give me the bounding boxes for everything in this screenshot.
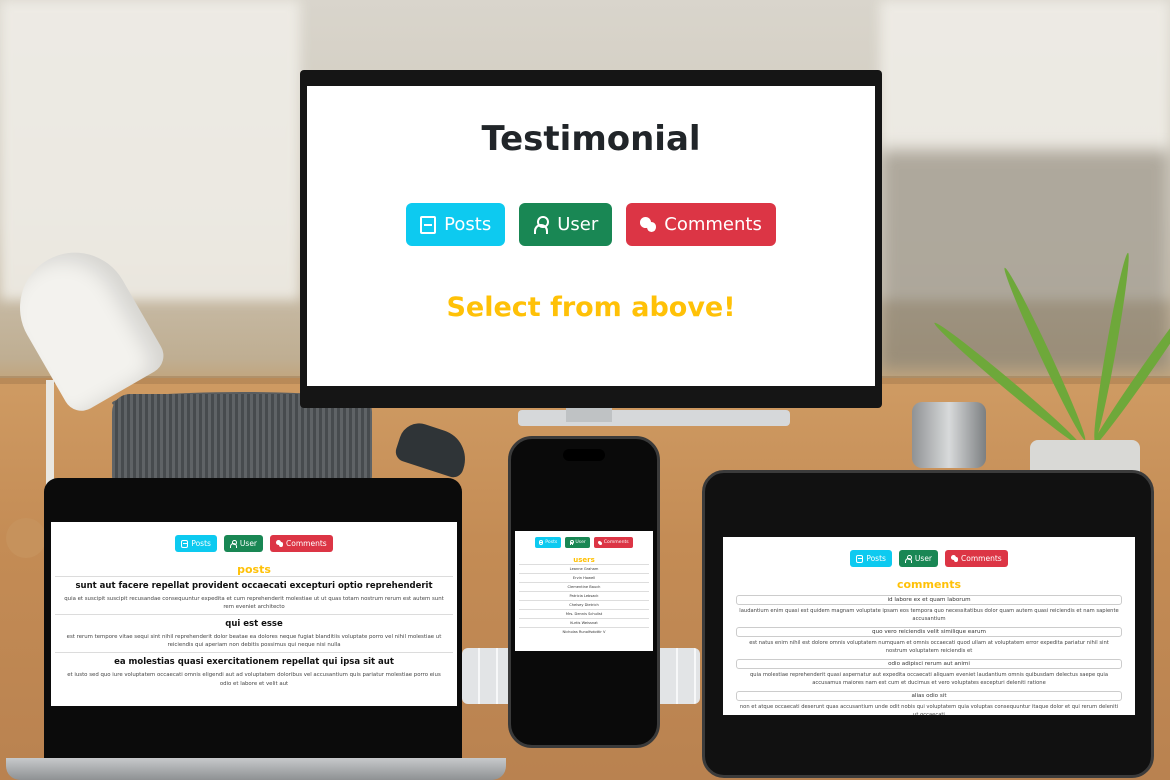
- laptop: Posts User Comments posts sunt aut facer…: [44, 478, 462, 760]
- comment-name: alias odio sit: [736, 691, 1122, 702]
- user-row: Kurtis Weissnat: [519, 618, 649, 627]
- user-button-label: User: [914, 554, 933, 563]
- lamp-base: [6, 518, 46, 558]
- select-prompt: Select from above!: [446, 292, 736, 323]
- comments-button[interactable]: Comments: [270, 535, 333, 552]
- section-title: users: [573, 556, 595, 564]
- post-body: et iusto sed quo iure voluptatem occaeca…: [67, 672, 441, 687]
- comments-button-label: Comments: [286, 539, 327, 548]
- window-light: [0, 0, 300, 300]
- tablet: Posts User Comments comments id labore e…: [702, 470, 1154, 778]
- section-title: comments: [896, 578, 962, 591]
- comments-button[interactable]: Comments: [945, 550, 1008, 567]
- comment-name: quo vero reiciendis velit similique earu…: [736, 627, 1122, 638]
- comments-button-label: Comments: [664, 214, 762, 235]
- user-icon: [230, 539, 238, 548]
- posts-button-label: Posts: [444, 214, 492, 235]
- tablet-screen: Posts User Comments comments id labore e…: [723, 537, 1135, 715]
- section-title: posts: [237, 563, 271, 576]
- page-title: Testimonial: [481, 119, 701, 159]
- file-icon: [856, 554, 864, 563]
- laptop-base: [6, 758, 506, 780]
- posts-button-label: Posts: [191, 539, 211, 548]
- posts-button[interactable]: Posts: [535, 537, 562, 548]
- comment-body: non et atque occaecati deserunt quas acc…: [739, 704, 1119, 715]
- comment-body: laudantium enim quasi est quidem magnam …: [739, 608, 1119, 622]
- user-icon: [533, 215, 550, 234]
- user-button-label: User: [575, 540, 586, 545]
- monitor-screen: Testimonial Posts User Comments Select f…: [307, 86, 875, 386]
- comments-button-label: Comments: [961, 554, 1002, 563]
- app-desktop-view: Testimonial Posts User Comments Select f…: [307, 119, 875, 323]
- file-icon: [181, 539, 189, 548]
- phone-camera-island: [563, 449, 605, 461]
- laptop-screen: Posts User Comments posts sunt aut facer…: [51, 522, 457, 706]
- posts-button-label: Posts: [866, 554, 886, 563]
- phone: Posts User Comments users Leanne Graham …: [508, 436, 660, 748]
- comment-body: quia molestiae reprehenderit quasi asper…: [749, 672, 1108, 686]
- comments-icon: [276, 540, 284, 548]
- comment-name: id labore ex et quam laborum: [736, 595, 1122, 605]
- tab-buttons: Posts User Comments: [51, 535, 457, 552]
- comment-body: est natus enim nihil est dolore omnis vo…: [749, 640, 1109, 654]
- app-users-view: Posts User Comments users Leanne Graham …: [515, 537, 653, 636]
- grinder: [912, 402, 986, 468]
- app-posts-view: Posts User Comments posts sunt aut facer…: [51, 535, 457, 691]
- comment-name: odio adipisci rerum aut animi: [736, 659, 1122, 670]
- user-icon: [905, 554, 913, 563]
- user-row: Nicholas Runolfsdottir V: [519, 627, 649, 636]
- post-body: quia et suscipit suscipit recusandae con…: [64, 596, 444, 611]
- monitor: Testimonial Posts User Comments Select f…: [300, 70, 882, 408]
- file-icon: [539, 540, 544, 545]
- post-title: ea molestias quasi exercitationem repell…: [114, 657, 394, 668]
- post-item: ea molestias quasi exercitationem repell…: [55, 652, 453, 690]
- user-row: Leanne Graham: [519, 564, 649, 573]
- user-button[interactable]: User: [565, 537, 590, 548]
- user-button-label: User: [557, 214, 599, 235]
- tab-buttons: Posts User Comments: [723, 550, 1135, 567]
- user-button[interactable]: User: [519, 203, 613, 246]
- comments-button[interactable]: Comments: [626, 203, 776, 246]
- user-icon: [569, 540, 575, 545]
- user-button[interactable]: User: [898, 550, 939, 567]
- posts-button[interactable]: Posts: [406, 203, 506, 246]
- user-button[interactable]: User: [223, 535, 264, 552]
- phone-screen: Posts User Comments users Leanne Graham …: [515, 531, 653, 651]
- post-title: sunt aut facere repellat provident occae…: [75, 581, 433, 591]
- comments-icon: [597, 540, 602, 545]
- tab-buttons: Posts User Comments: [515, 537, 653, 548]
- posts-button[interactable]: Posts: [175, 535, 217, 552]
- post-title: qui est esse: [225, 619, 283, 630]
- app-comments-view: Posts User Comments comments id labore e…: [723, 550, 1135, 715]
- tab-buttons: Posts User Comments: [307, 203, 875, 246]
- comments-button[interactable]: Comments: [593, 537, 633, 548]
- user-button-label: User: [239, 539, 258, 548]
- posts-button[interactable]: Posts: [850, 550, 892, 567]
- comments-button-label: Comments: [603, 540, 629, 545]
- posts-button-label: Posts: [545, 540, 558, 545]
- user-row: Mrs. Dennis Schulist: [519, 609, 649, 618]
- monitor-stand: [518, 410, 790, 426]
- user-row: Clementine Bauch: [519, 582, 649, 591]
- file-icon: [420, 215, 437, 234]
- comments-icon: [951, 555, 959, 563]
- post-item: qui est esse est rerum tempore vitae seq…: [55, 614, 453, 652]
- post-item: sunt aut facere repellat provident occae…: [55, 576, 453, 614]
- user-row: Patricia Lebsack: [519, 591, 649, 600]
- comments-icon: [640, 216, 657, 234]
- user-row: Chelsey Dietrich: [519, 600, 649, 609]
- user-row: Ervin Howell: [519, 573, 649, 582]
- post-body: est rerum tempore vitae sequi sint nihil…: [66, 634, 442, 649]
